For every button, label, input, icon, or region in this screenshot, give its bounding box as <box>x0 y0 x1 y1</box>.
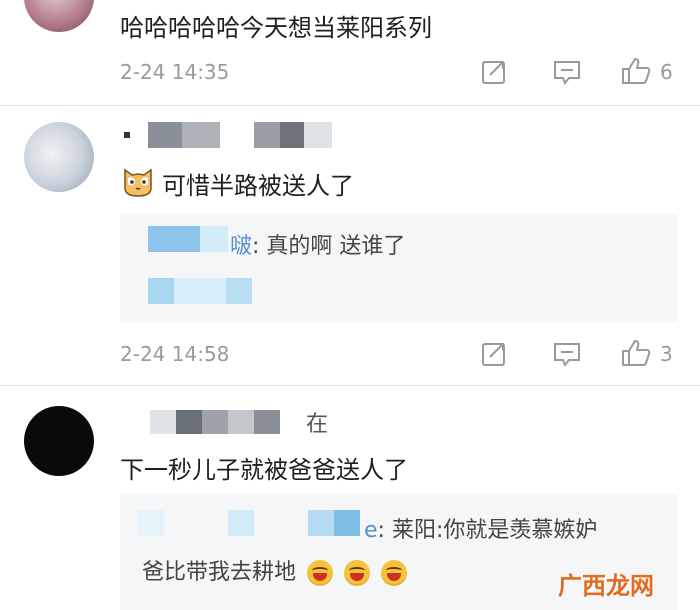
reply-username-pixelated <box>138 510 164 536</box>
laugh-emoji-icon <box>344 560 371 586</box>
username-tail: 在 <box>306 412 329 437</box>
laugh-emoji-icon <box>381 560 408 586</box>
avatar[interactable] <box>24 406 94 476</box>
thumbs-up-icon[interactable] <box>621 57 651 85</box>
like-count: 6 <box>660 60 673 84</box>
reply-box[interactable]: ​啵: 真的啊 送谁了 <box>120 214 678 322</box>
username-pixelated[interactable]: 在 <box>120 406 360 440</box>
comment-text: 哈哈哈哈哈今天想当莱阳系列 <box>120 14 432 42</box>
reply-username[interactable]: ​啵 <box>230 234 252 259</box>
reply-username[interactable]: e <box>364 518 378 543</box>
comment-icon[interactable] <box>553 59 581 85</box>
comment-1: 哈哈哈哈哈今天想当莱阳系列 2-24 14:35 6 <box>0 0 700 110</box>
cat-emoji-icon <box>124 168 152 197</box>
comment-text: 可惜半路被送人了 <box>162 172 354 200</box>
laugh-emoji-icon <box>307 560 334 586</box>
watermark: 广西龙网 <box>558 572 654 600</box>
share-icon[interactable] <box>481 59 509 85</box>
reply-text-line1: e: 莱阳:你就是羡慕嫉妒 <box>364 518 598 543</box>
reply-blurred-line <box>148 278 174 304</box>
comment-text: 下一秒儿子就被爸爸送人了 <box>120 456 408 484</box>
reply-username-pixelated <box>148 226 200 252</box>
like-count: 3 <box>660 342 673 366</box>
thumbs-up-icon[interactable] <box>621 339 651 367</box>
avatar[interactable] <box>24 0 94 32</box>
share-icon[interactable] <box>481 341 509 367</box>
comment-2: 可惜半路被送人了 ​啵: 真的啊 送谁了 2-24 14:58 3 <box>0 106 700 386</box>
comment-date: 2-24 14:58 <box>120 342 230 366</box>
reply-text-line2: 爸比带我去耕地 <box>142 554 408 586</box>
reply-text: ​啵: 真的啊 送谁了 <box>230 234 406 259</box>
username-pixelated[interactable] <box>120 120 340 150</box>
comment-date: 2-24 14:35 <box>120 60 230 84</box>
avatar[interactable] <box>24 122 94 192</box>
comment-icon[interactable] <box>553 341 581 367</box>
